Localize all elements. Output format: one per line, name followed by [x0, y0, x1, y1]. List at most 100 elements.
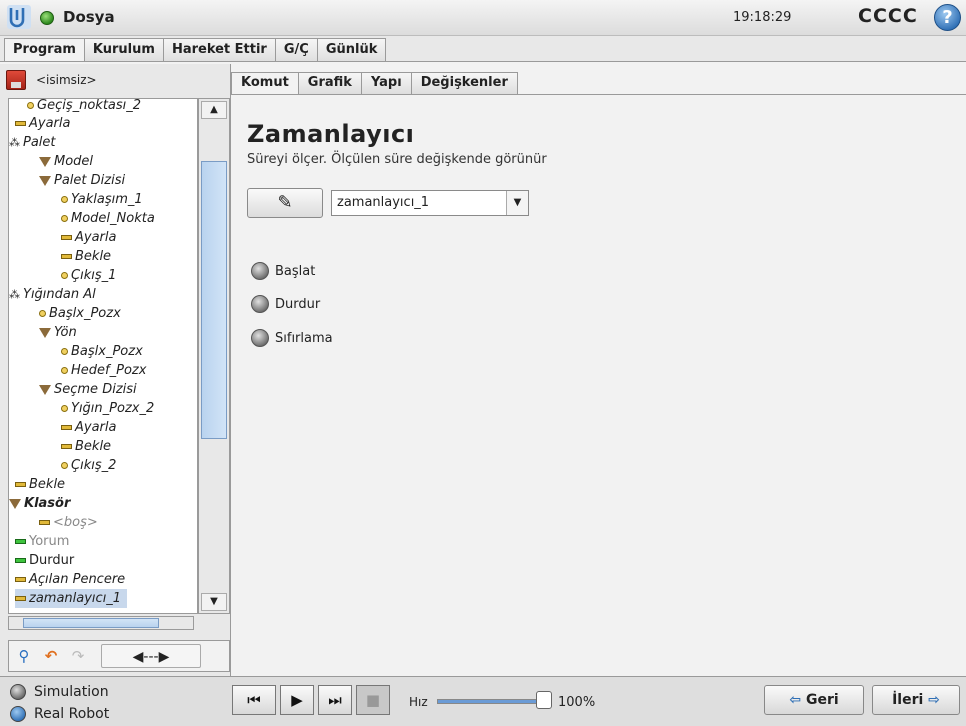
tree-label: Model_Nokta — [71, 211, 155, 226]
step-forward-icon: ⏭ — [328, 691, 342, 709]
waypoint-icon — [61, 196, 68, 203]
tab-hareket-ettir[interactable]: Hareket Ettir — [162, 38, 276, 62]
tree-horizontal-scrollbar[interactable] — [8, 616, 194, 630]
tab-komut[interactable]: Komut — [231, 72, 299, 94]
tree-node[interactable]: Durdur — [15, 551, 74, 570]
tree-node[interactable]: Model_Nokta — [61, 209, 155, 228]
tab-degiskenler[interactable]: Değişkenler — [410, 72, 518, 94]
tree-node[interactable]: Çıkış_2 — [61, 456, 116, 475]
speed-slider-thumb[interactable] — [536, 691, 552, 709]
stop-button[interactable]: ■ — [356, 685, 390, 715]
next-button[interactable]: İleri ⇨ — [872, 685, 960, 715]
play-button[interactable]: ▶ — [280, 685, 314, 715]
tree-node[interactable]: <boş> — [39, 513, 98, 532]
radio-stop[interactable]: Durdur — [251, 293, 320, 315]
undo-icon[interactable]: ↶ — [39, 644, 63, 668]
tree-node[interactable]: ⁂ Palet — [9, 133, 56, 152]
tree-node[interactable]: Bekle — [61, 437, 111, 456]
pencil-icon: ✎ — [277, 192, 293, 213]
simulation-mode[interactable]: Simulation — [10, 682, 109, 702]
radio-icon[interactable] — [251, 329, 269, 347]
tree-node[interactable]: Yığın_Pozx_2 — [61, 399, 154, 418]
tree-node[interactable]: Seçme Dizisi — [39, 380, 137, 399]
waypoint-icon — [39, 310, 46, 317]
tree-node[interactable]: Çıkış_1 — [61, 266, 116, 285]
tree-node[interactable]: Başlx_Pozx — [61, 342, 143, 361]
tree-node[interactable]: Ayarla — [15, 114, 70, 133]
search-icon[interactable]: ⚲ — [12, 644, 36, 668]
speed-label: Hız — [409, 695, 428, 709]
chevron-down-icon[interactable]: ▼ — [506, 191, 528, 215]
scroll-down-icon[interactable]: ▼ — [201, 593, 227, 611]
tree-label: Geçiş_noktası_2 — [37, 98, 142, 113]
tree-node[interactable]: Palet Dizisi — [39, 171, 125, 190]
set-icon — [15, 121, 26, 126]
robot-status-icon — [40, 11, 54, 25]
radio-reset[interactable]: Sıfırlama — [251, 327, 333, 349]
tree-node[interactable]: Klasör — [9, 494, 70, 513]
arrow-right-icon: ⇨ — [928, 692, 940, 708]
scroll-thumb[interactable] — [201, 161, 227, 439]
bottom-bar: Simulation Real Robot ⏮ ▶ ⏭ ■ Hız 100% ⇦… — [0, 676, 966, 726]
empty-icon — [39, 520, 50, 525]
waypoint-icon — [61, 367, 68, 374]
redo-icon[interactable]: ↷ — [66, 644, 90, 668]
radio-icon[interactable] — [10, 684, 26, 700]
radio-icon[interactable] — [251, 262, 269, 280]
speed-slider[interactable] — [437, 699, 543, 704]
waypoint-icon — [61, 462, 68, 469]
tree-node[interactable]: Model — [39, 152, 93, 171]
set-icon — [61, 425, 72, 430]
tree-node-selected[interactable]: zamanlayıcı_1 — [15, 589, 128, 608]
sub-tab-divider — [231, 94, 966, 95]
tree-node[interactable]: Yön — [39, 323, 77, 342]
tab-yapi[interactable]: Yapı — [360, 72, 412, 94]
radio-label: Sıfırlama — [275, 330, 333, 346]
radio-icon[interactable] — [251, 295, 269, 313]
tab-program[interactable]: Program — [4, 38, 85, 62]
real-robot-mode[interactable]: Real Robot — [10, 704, 109, 724]
tree-node[interactable]: Geçiş_noktası_2 — [27, 98, 142, 115]
save-icon[interactable] — [6, 70, 26, 90]
tab-grafik[interactable]: Grafik — [297, 72, 362, 94]
tree-node[interactable]: ⁂ Yığından Al — [9, 285, 96, 304]
tab-kurulum[interactable]: Kurulum — [83, 38, 164, 62]
tree-vertical-scrollbar[interactable]: ▲ ▼ — [198, 98, 230, 614]
tab-gunluk[interactable]: Günlük — [316, 38, 387, 62]
next-label: İleri — [892, 692, 924, 708]
waypoint-icon — [61, 215, 68, 222]
tree-label: Çıkış_1 — [71, 268, 117, 283]
tree-node[interactable]: Ayarla — [61, 228, 116, 247]
tree-node[interactable]: Bekle — [15, 475, 65, 494]
scroll-thumb[interactable] — [23, 618, 159, 628]
tree-node[interactable]: Yaklaşım_1 — [61, 190, 143, 209]
radio-start[interactable]: Başlat — [251, 260, 315, 282]
wait-icon — [61, 444, 72, 449]
tree-node[interactable]: Yorum — [15, 532, 69, 551]
tree-label: Ayarla — [29, 116, 71, 131]
program-name: <isimsiz> — [36, 73, 97, 87]
timer-select[interactable]: zamanlayıcı_1 ▼ — [331, 190, 529, 216]
folder-triangle-icon — [39, 384, 51, 395]
edit-timer-button[interactable]: ✎ — [247, 188, 323, 218]
tree-label: Ayarla — [75, 230, 117, 245]
tree-label: Ayarla — [75, 420, 117, 435]
popup-icon — [15, 577, 26, 582]
back-button[interactable]: ⇦ Geri — [764, 685, 864, 715]
tree-node[interactable]: Açılan Pencere — [15, 570, 125, 589]
step-button[interactable]: ⏭ — [318, 685, 352, 715]
tab-io[interactable]: G/Ç — [274, 38, 318, 62]
tree-node[interactable]: Hedef_Pozx — [61, 361, 146, 380]
file-menu[interactable]: Dosya — [63, 8, 115, 26]
tree-node[interactable]: Ayarla — [61, 418, 116, 437]
radio-icon[interactable] — [10, 706, 26, 722]
tree-label: Yığın_Pozx_2 — [71, 401, 155, 416]
step-navigation-icon[interactable]: ◀---▶ — [101, 644, 201, 668]
program-tree: Geçiş_noktası_2 Ayarla ⁂ Palet Model Pale… — [8, 98, 198, 614]
tree-label: Seçme Dizisi — [54, 382, 137, 397]
scroll-up-icon[interactable]: ▲ — [201, 101, 227, 119]
help-icon[interactable]: ? — [934, 4, 961, 31]
rewind-button[interactable]: ⏮ — [232, 685, 276, 715]
tree-node[interactable]: Bekle — [61, 247, 111, 266]
tree-node[interactable]: Başlx_Pozx — [39, 304, 121, 323]
